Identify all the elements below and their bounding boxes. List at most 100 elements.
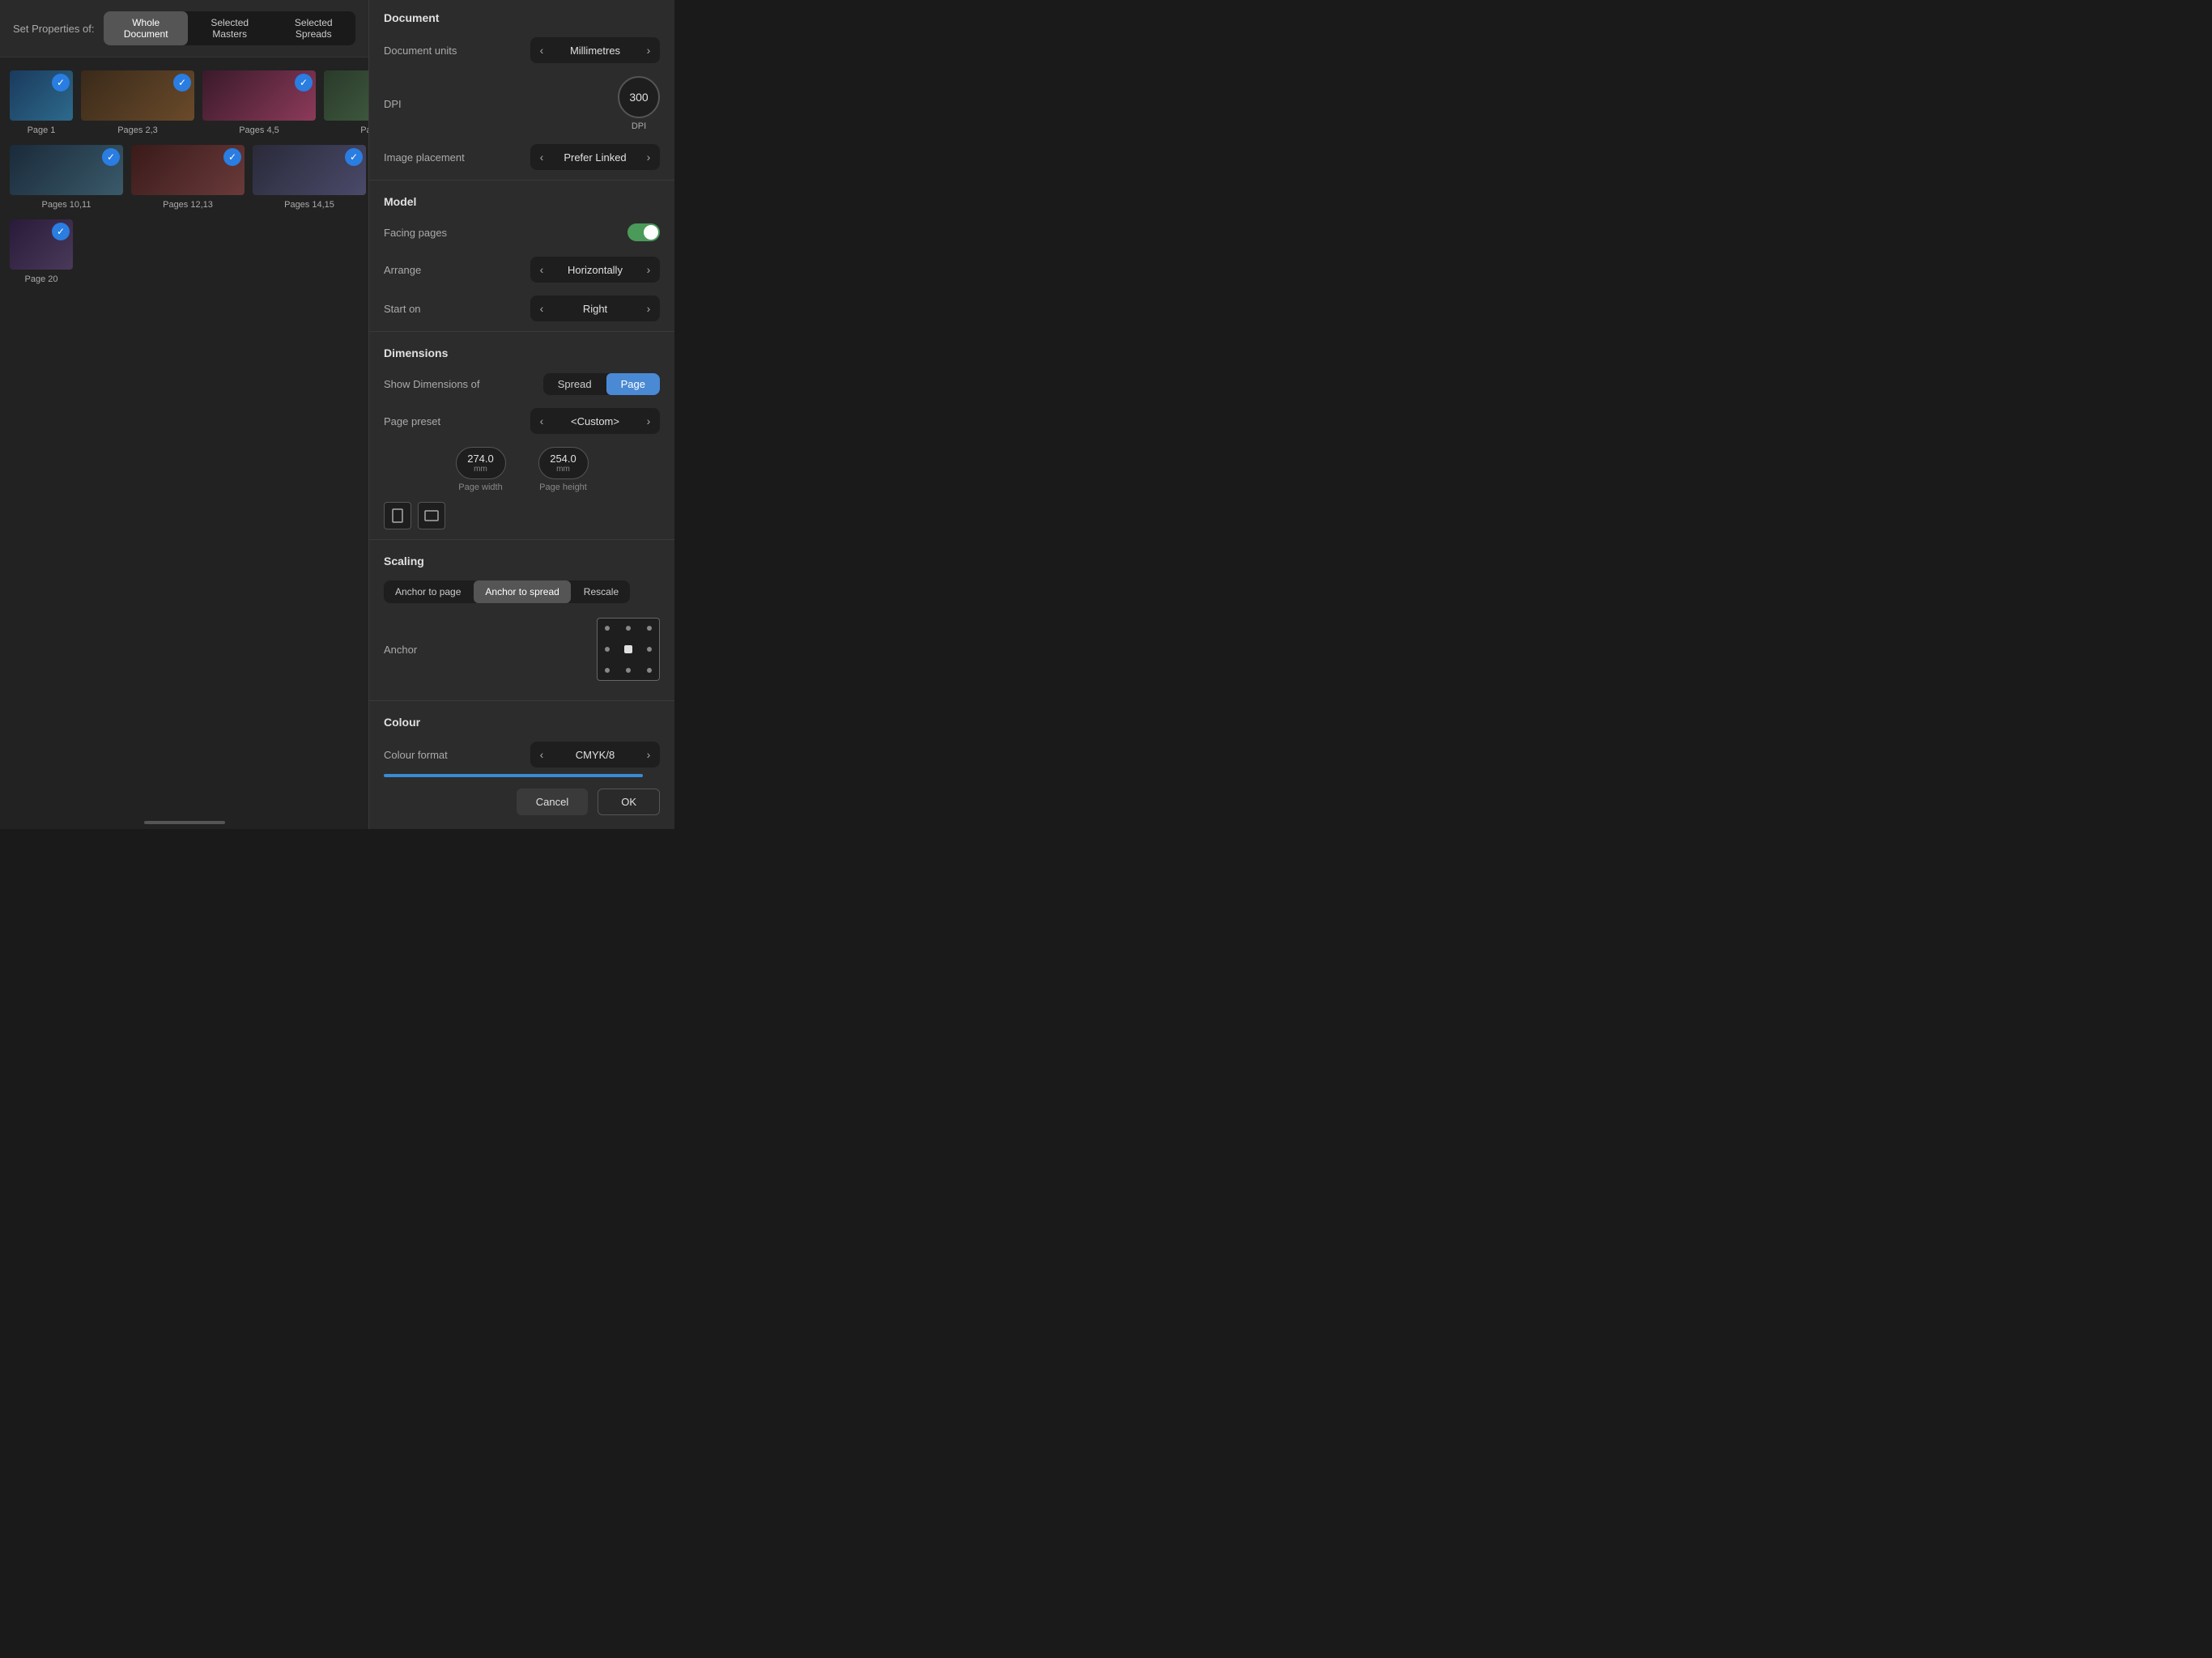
document-units-row: Document units ‹ Millimetres ›	[369, 31, 674, 70]
page-thumbnail[interactable]: ✓	[324, 70, 368, 121]
anchor-dot-tr[interactable]	[639, 619, 659, 639]
list-item[interactable]: ✓ Pages 6,7	[324, 70, 368, 135]
dimensions-section-title: Dimensions	[369, 335, 674, 366]
page-height-input[interactable]: 254.0 mm	[538, 447, 589, 479]
page-label: Page 20	[25, 274, 58, 284]
page-thumbnail[interactable]: ✓	[253, 145, 366, 195]
bottom-buttons: Cancel OK	[369, 777, 674, 827]
page-check-icon: ✓	[52, 223, 70, 240]
page-width-unit: mm	[474, 465, 487, 474]
arrange-prev[interactable]: ‹	[530, 257, 553, 283]
list-item[interactable]: ✓ Pages 14,15	[253, 145, 366, 210]
image-placement-next[interactable]: ›	[637, 144, 660, 170]
page-thumbnail[interactable]: ✓	[81, 70, 194, 121]
image-placement-control[interactable]: ‹ Prefer Linked ›	[530, 144, 660, 170]
facing-pages-label: Facing pages	[384, 227, 627, 239]
arrange-control[interactable]: ‹ Horizontally ›	[530, 257, 660, 283]
list-item[interactable]: ✓ Pages 4,5	[202, 70, 316, 135]
anchor-dot-mr[interactable]	[639, 640, 659, 660]
list-item[interactable]: ✓ Pages 10,11	[10, 145, 123, 210]
colour-format-control[interactable]: ‹ CMYK/8 ›	[530, 742, 660, 767]
scaling-buttons-row: Anchor to page Anchor to spread Rescale	[369, 574, 674, 610]
document-units-next[interactable]: ›	[637, 37, 660, 63]
colour-format-next[interactable]: ›	[637, 742, 660, 767]
page-width-input[interactable]: 274.0 mm	[456, 447, 506, 479]
list-item[interactable]: ✓ Pages 2,3	[81, 70, 194, 135]
document-units-control[interactable]: ‹ Millimetres ›	[530, 37, 660, 63]
anchor-dot-ml[interactable]	[598, 640, 618, 660]
tab-selected-masters[interactable]: Selected Masters	[188, 11, 272, 45]
cancel-button[interactable]: Cancel	[517, 789, 588, 815]
list-item[interactable]: ✓ Page 20	[10, 219, 73, 284]
start-on-label: Start on	[384, 303, 530, 315]
page-check-icon: ✓	[223, 148, 241, 166]
facing-pages-toggle[interactable]	[627, 223, 660, 241]
dim-spread-btn[interactable]: Spread	[543, 373, 606, 395]
document-units-value: Millimetres	[553, 45, 637, 57]
model-section-title: Model	[369, 184, 674, 215]
list-item[interactable]: ✓ Pages 12,13	[131, 145, 245, 210]
pages-row-2: ✓ Pages 10,11 ✓ Pages 12,13 ✓ Pages 14,1…	[10, 145, 359, 210]
anchor-dot-bc[interactable]	[619, 660, 639, 680]
image-placement-label: Image placement	[384, 151, 530, 164]
anchor-dot-bl[interactable]	[598, 660, 618, 680]
anchor-dot-br[interactable]	[639, 660, 659, 680]
show-dimensions-label: Show Dimensions of	[384, 378, 543, 390]
dpi-label: DPI	[384, 98, 618, 110]
colour-section-title: Colour	[369, 704, 674, 735]
pages-row-1: ✓ Page 1 ✓ Pages 2,3 ✓ Pages 4,5	[10, 70, 359, 135]
landscape-orientation-btn[interactable]	[418, 502, 445, 529]
start-on-next[interactable]: ›	[637, 295, 660, 321]
ok-button[interactable]: OK	[598, 789, 660, 815]
start-on-prev[interactable]: ‹	[530, 295, 553, 321]
anchor-label: Anchor	[384, 644, 597, 656]
divider-3	[369, 539, 674, 540]
page-thumbnail[interactable]: ✓	[10, 219, 73, 270]
page-thumbnail[interactable]: ✓	[10, 70, 73, 121]
page-preset-prev[interactable]: ‹	[530, 408, 553, 434]
page-preset-label: Page preset	[384, 415, 530, 427]
arrange-next[interactable]: ›	[637, 257, 660, 283]
page-label: Page 1	[28, 125, 56, 135]
dim-page-btn[interactable]: Page	[606, 373, 660, 395]
dpi-input[interactable]: 300	[618, 76, 660, 118]
anchor-grid-container	[597, 610, 660, 689]
page-label: Pages 4,5	[239, 125, 279, 135]
tab-whole-document[interactable]: Whole Document	[104, 11, 188, 45]
divider-2	[369, 331, 674, 332]
right-panel: Document Document units ‹ Millimetres › …	[368, 0, 674, 829]
page-label: Pages 6,7	[360, 125, 368, 135]
anchor-to-page-btn[interactable]: Anchor to page	[384, 580, 472, 603]
toggle-switch[interactable]	[627, 223, 660, 241]
page-thumbnail[interactable]: ✓	[10, 145, 123, 195]
tab-selected-spreads[interactable]: Selected Spreads	[271, 11, 355, 45]
page-thumbnail[interactable]: ✓	[131, 145, 245, 195]
start-on-control[interactable]: ‹ Right ›	[530, 295, 660, 321]
colour-format-prev[interactable]: ‹	[530, 742, 553, 767]
dpi-control: 300 DPI	[618, 76, 660, 131]
scaling-section-title: Scaling	[369, 543, 674, 574]
rescale-btn[interactable]: Rescale	[572, 580, 630, 603]
anchor-dot-mc[interactable]	[619, 640, 639, 660]
portrait-orientation-btn[interactable]	[384, 502, 411, 529]
page-width-label: Page width	[458, 483, 502, 492]
anchor-dot-tc[interactable]	[619, 619, 639, 639]
divider-1	[369, 180, 674, 181]
anchor-to-spread-btn[interactable]: Anchor to spread	[474, 580, 570, 603]
image-placement-prev[interactable]: ‹	[530, 144, 553, 170]
page-preset-control[interactable]: ‹ <Custom> ›	[530, 408, 660, 434]
page-label: Pages 10,11	[42, 200, 91, 210]
scrollbar[interactable]	[144, 821, 225, 824]
page-thumbnail[interactable]: ✓	[202, 70, 316, 121]
page-check-icon: ✓	[295, 74, 313, 91]
divider-4	[369, 700, 674, 701]
page-preset-next[interactable]: ›	[637, 408, 660, 434]
page-height-item: 254.0 mm Page height	[538, 447, 589, 492]
image-placement-value: Prefer Linked	[553, 151, 637, 164]
page-preset-value: <Custom>	[553, 415, 637, 427]
document-units-prev[interactable]: ‹	[530, 37, 553, 63]
pages-grid: ✓ Page 1 ✓ Pages 2,3 ✓ Pages 4,5	[0, 57, 368, 829]
anchor-dot-tl[interactable]	[598, 619, 618, 639]
dimensions-values-row: 274.0 mm Page width 254.0 mm Page height	[369, 440, 674, 499]
list-item[interactable]: ✓ Page 1	[10, 70, 73, 135]
